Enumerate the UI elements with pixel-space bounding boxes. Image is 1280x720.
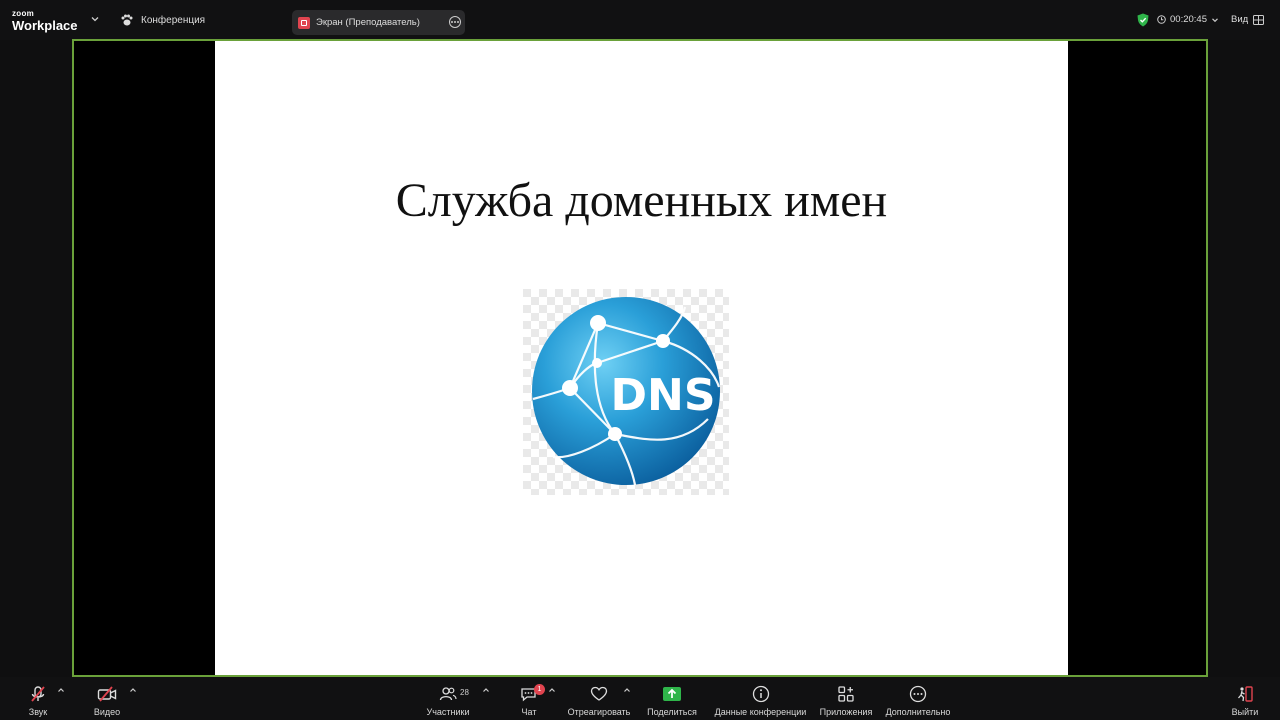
share-screen-icon (663, 687, 681, 701)
video-button[interactable]: Видео (92, 677, 122, 720)
chat-label: Чат (521, 707, 537, 717)
slide-title: Служба доменных имен (395, 174, 888, 227)
leave-icon (1238, 686, 1253, 702)
shared-screen-stage: Служба доменных имен DNS (72, 39, 1208, 677)
screen-share-indicator[interactable]: Экран (Преподаватель) (292, 10, 465, 35)
meeting-info-label: Данные конференции (714, 707, 807, 717)
react-label: Отреагировать (567, 707, 631, 717)
top-bar: zoom Workplace Конференция Экран (Препод… (0, 0, 1280, 40)
heart-icon (590, 686, 608, 701)
meeting-info-button[interactable]: Данные конференции (714, 677, 807, 720)
participants-button[interactable]: Участники (424, 677, 472, 720)
paw-icon (121, 14, 133, 26)
more-button[interactable]: Дополнительно (884, 677, 952, 720)
camera-off-icon (97, 686, 117, 702)
chevron-up-icon[interactable] (57, 686, 65, 694)
conference-info[interactable]: Конференция (120, 14, 205, 26)
participants-count: 28 (460, 688, 469, 697)
chevron-down-icon (1212, 17, 1218, 22)
chat-unread-badge: 1 (534, 684, 545, 695)
video-label: Видео (93, 707, 121, 717)
chevron-up-icon[interactable] (482, 686, 490, 694)
microphone-muted-icon (31, 686, 45, 702)
view-button[interactable]: Вид (1231, 14, 1265, 25)
dns-logo-text: DNS (610, 370, 715, 421)
participants-icon (439, 687, 457, 701)
security-shield-icon[interactable] (1137, 13, 1149, 27)
screen-share-icon (298, 16, 310, 29)
more-label: Дополнительно (885, 707, 951, 717)
leave-button[interactable]: Выйти (1231, 677, 1259, 720)
grid-view-icon (1253, 14, 1265, 25)
logo-small-text: zoom (12, 9, 35, 18)
chevron-up-icon[interactable] (623, 686, 631, 694)
presentation-slide: Служба доменных имен DNS (215, 41, 1068, 675)
more-options-icon[interactable] (449, 16, 461, 28)
react-button[interactable]: Отреагировать (567, 677, 631, 720)
meeting-toolbar: Звук Видео Участники 28 1 Чат Отреагиров… (0, 677, 1280, 720)
apps-icon (838, 686, 854, 702)
leave-label: Выйти (1231, 707, 1259, 717)
chevron-up-icon[interactable] (548, 686, 556, 694)
meeting-timer[interactable]: 00:20:45 (1157, 14, 1219, 25)
share-screen-button[interactable]: Поделиться (646, 677, 698, 720)
logo-big-text: Workplace (12, 18, 78, 33)
conference-label: Конференция (141, 14, 206, 26)
chat-button[interactable]: 1 Чат (516, 677, 545, 720)
screen-share-label: Экран (Преподаватель) (316, 17, 420, 28)
timer-value: 00:20:45 (1170, 14, 1207, 25)
info-icon (752, 685, 769, 703)
zoom-logo: zoom Workplace (12, 9, 78, 33)
dns-globe-logo: DNS (523, 289, 729, 495)
view-label: Вид (1231, 14, 1249, 25)
chevron-down-icon[interactable] (90, 14, 100, 24)
chevron-up-icon[interactable] (129, 686, 137, 694)
apps-label: Приложения (819, 707, 873, 717)
participants-label: Участники (426, 707, 470, 717)
audio-button[interactable]: Звук (25, 677, 51, 720)
share-label: Поделиться (647, 707, 697, 717)
audio-label: Звук (28, 707, 48, 717)
more-icon (909, 685, 927, 703)
apps-button[interactable]: Приложения (819, 677, 873, 720)
clock-icon (1157, 15, 1166, 24)
